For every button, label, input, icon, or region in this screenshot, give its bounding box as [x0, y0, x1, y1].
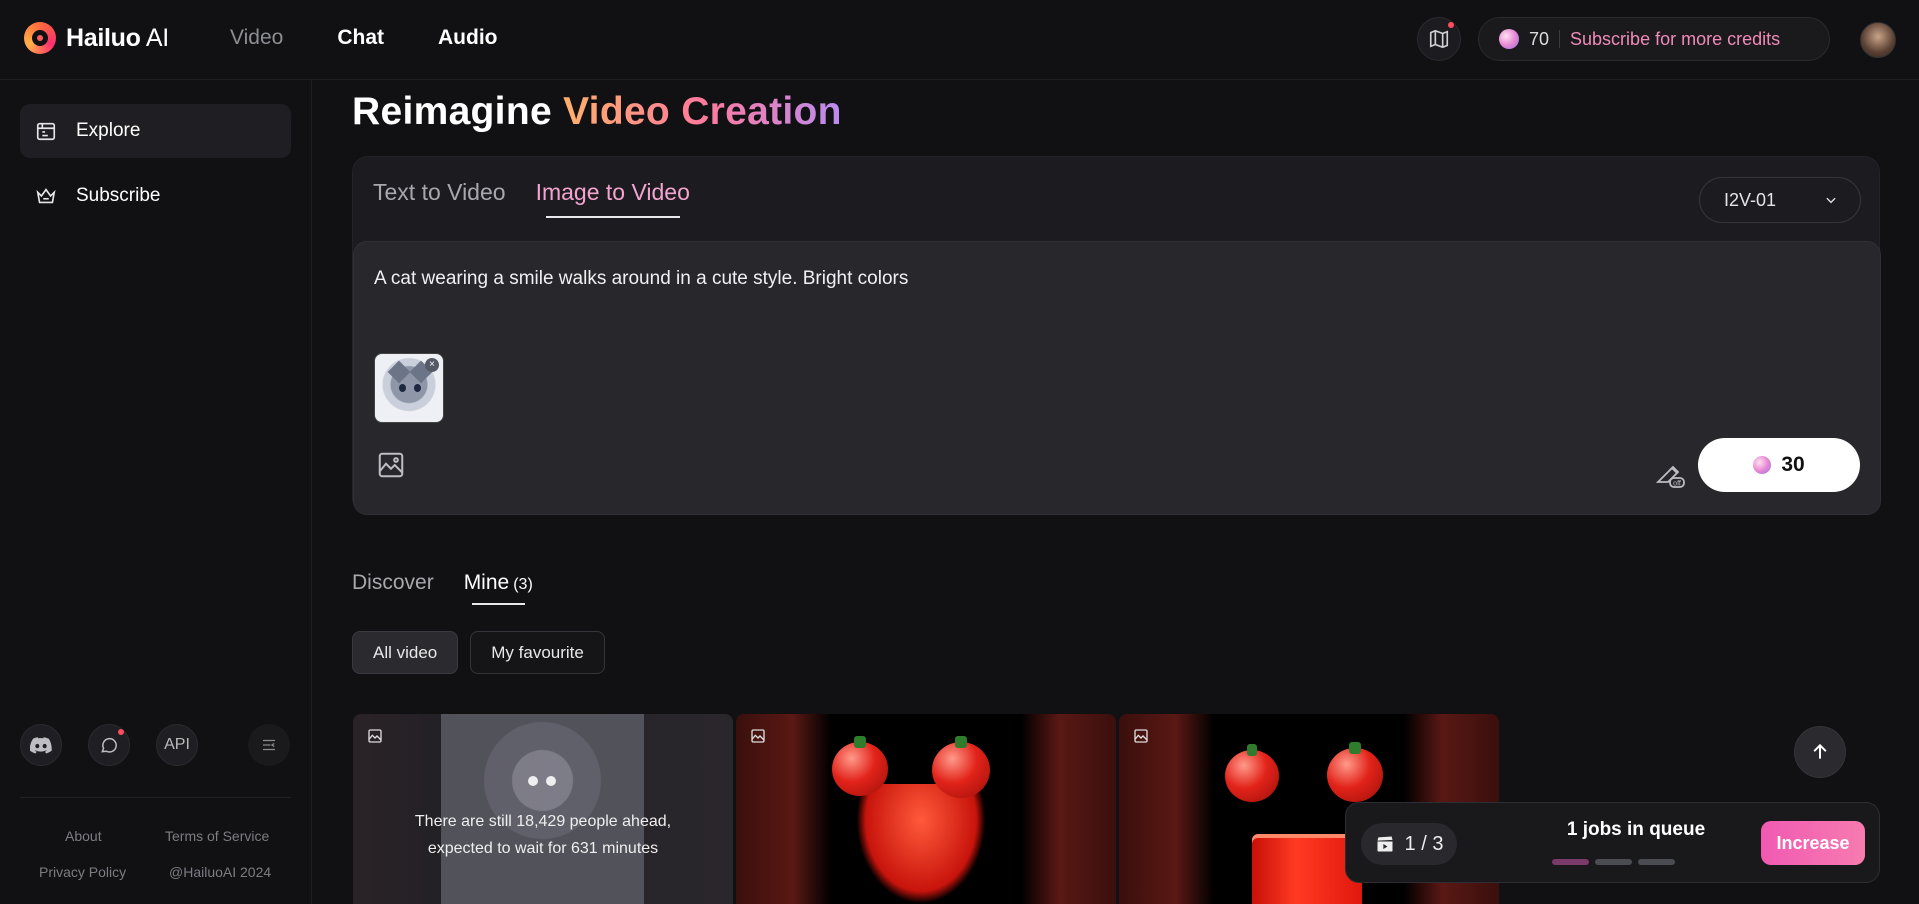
about-link[interactable]: About: [65, 828, 102, 844]
credits-divider: [1559, 30, 1561, 48]
sidebar: Explore Subscribe API About Terms of Ser…: [0, 80, 312, 904]
image-icon: [368, 729, 382, 743]
tomato: [1327, 742, 1383, 802]
increase-button[interactable]: Increase: [1761, 821, 1865, 865]
api-label: API: [164, 736, 190, 753]
community-links: API: [20, 724, 198, 766]
user-avatar[interactable]: [1860, 22, 1896, 58]
image-icon: [751, 729, 765, 743]
tab-discover[interactable]: Discover: [352, 571, 434, 605]
remove-image-icon[interactable]: ×: [425, 358, 439, 372]
sidebar-item-label: Explore: [76, 120, 141, 141]
scroll-to-top-button[interactable]: [1794, 726, 1846, 778]
page-title: Reimagine Video Creation: [352, 90, 842, 133]
tomato: [932, 736, 990, 798]
model-select[interactable]: I2V-01: [1699, 177, 1861, 223]
model-value: I2V-01: [1724, 189, 1777, 210]
progress-segment: [1638, 859, 1675, 865]
guide-button[interactable]: [1417, 17, 1461, 61]
uploaded-image-thumbnail[interactable]: ×: [374, 353, 444, 423]
credit-gem-icon: [1499, 29, 1519, 49]
filter-my-favourite[interactable]: My favourite: [470, 631, 605, 674]
generate-button[interactable]: 30: [1698, 438, 1860, 492]
queue-wait-message: There are still 18,429 people ahead, exp…: [414, 813, 672, 857]
book-icon: [1429, 29, 1449, 49]
hailuo-logo[interactable]: Hailuo AI: [24, 22, 169, 54]
juice-splash: [856, 784, 986, 904]
chat-bubble-icon: [101, 737, 117, 753]
progress-segment: [1552, 859, 1589, 865]
feed-filters: All video My favourite: [352, 631, 605, 674]
discord-button[interactable]: [20, 724, 62, 766]
svg-text:off: off: [1673, 481, 1681, 488]
nav-video[interactable]: Video: [230, 26, 283, 50]
feedback-button[interactable]: [88, 724, 130, 766]
feed-tabs: Discover Mine (3): [352, 571, 533, 605]
video-card-pending[interactable]: There are still 18,429 people ahead, exp…: [353, 714, 733, 904]
mode-tabs: Text to Video Image to Video: [373, 179, 690, 218]
video-grid: There are still 18,429 people ahead, exp…: [353, 714, 1499, 904]
queue-label: 1 jobs in queue: [1566, 819, 1706, 840]
tomato: [1225, 744, 1279, 802]
generate-cost: 30: [1781, 453, 1805, 476]
queue-progress: [1552, 859, 1675, 865]
logo-text: Hailuo AI: [66, 23, 169, 52]
image-upload-icon[interactable]: [376, 450, 406, 480]
collapse-icon: [263, 739, 275, 751]
terms-link[interactable]: Terms of Service: [165, 828, 269, 844]
tab-text-to-video[interactable]: Text to Video: [373, 179, 506, 218]
collapse-sidebar-button[interactable]: [248, 724, 290, 766]
sidebar-divider: [20, 797, 291, 798]
tab-mine[interactable]: Mine (3): [464, 571, 533, 605]
job-queue-panel: 1 / 3 1 jobs in queue Increase: [1345, 802, 1880, 883]
logo-mark-icon: [24, 22, 56, 54]
crown-icon: [34, 184, 58, 208]
video-card-tomato-splash[interactable]: [736, 714, 1116, 904]
queue-count: 1 / 3: [1361, 823, 1457, 865]
tomato: [832, 736, 888, 796]
video-creator-panel: Text to Video Image to Video I2V-01 A ca…: [352, 156, 1881, 515]
tab-image-to-video[interactable]: Image to Video: [536, 179, 690, 218]
arrow-up-icon: [1813, 743, 1827, 759]
prompt-input[interactable]: A cat wearing a smile walks around in a …: [374, 268, 908, 290]
image-icon: [1134, 729, 1148, 743]
top-bar: Hailuo AI Video Chat Audio 70 Subscribe …: [0, 0, 1919, 80]
cat-eyes: [528, 776, 556, 786]
clapperboard-icon: [1377, 836, 1393, 852]
progress-segment: [1595, 859, 1632, 865]
copyright: @HailuoAI 2024: [169, 864, 272, 880]
watermark-off-icon[interactable]: off: [1652, 456, 1686, 490]
api-button[interactable]: API: [156, 724, 198, 766]
chevron-down-icon: [1826, 197, 1836, 204]
subscribe-link[interactable]: Subscribe for more credits: [1570, 29, 1780, 50]
discord-icon: [30, 737, 52, 754]
notification-dot: [1448, 22, 1454, 28]
prompt-box[interactable]: A cat wearing a smile walks around in a …: [353, 241, 1881, 515]
nav-audio[interactable]: Audio: [438, 26, 497, 50]
credit-amount: 70: [1529, 28, 1550, 49]
sidebar-item-subscribe[interactable]: Subscribe: [20, 169, 291, 223]
credit-gem-icon: [1753, 456, 1772, 474]
nav-chat[interactable]: Chat: [337, 26, 384, 50]
privacy-link[interactable]: Privacy Policy: [39, 864, 126, 880]
sidebar-item-label: Subscribe: [76, 185, 161, 206]
credits-pill[interactable]: 70 Subscribe for more credits: [1478, 17, 1830, 61]
notification-dot: [118, 729, 124, 735]
sidebar-item-explore[interactable]: Explore: [20, 104, 291, 158]
top-nav: Video Chat Audio: [230, 26, 498, 50]
explore-icon: [34, 119, 58, 143]
filter-all-video[interactable]: All video: [352, 631, 459, 674]
